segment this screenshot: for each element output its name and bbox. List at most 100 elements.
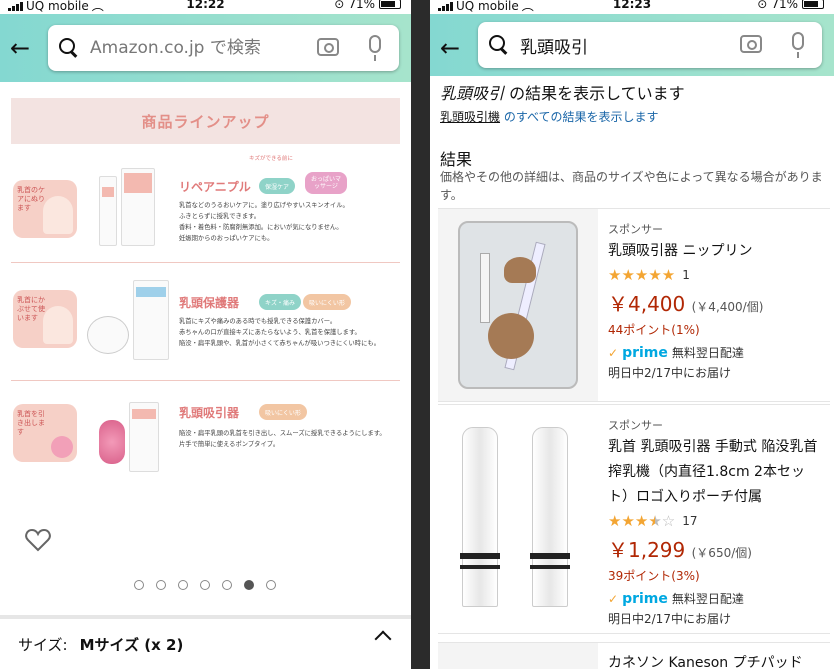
prime-row: ✓ prime 無料翌日配達 (608, 344, 824, 361)
prime-row: ✓ prime 無料翌日配達 (608, 590, 824, 607)
product-description: 乳首にキズや痛みのある時でも授乳できる保護カバー。 赤ちゃんの口が直接キズにあた… (179, 318, 380, 347)
battery-label: 71% (348, 0, 375, 11)
battery-icon (802, 0, 824, 9)
carousel-dot[interactable] (222, 580, 232, 590)
results-heading: 結果 (440, 150, 473, 169)
rating-stars[interactable]: ★★★★★ 1 (608, 266, 824, 284)
tag-pill: 吸いにくい形 (303, 294, 351, 310)
status-bar: UQ mobile ︵ 12:23 ⊙ 71% (430, 0, 834, 14)
price: ￥4,400 (￥4,400/個) (608, 288, 824, 317)
battery-status: ⊙ 71% (334, 0, 401, 11)
product-title: リペアニプル (179, 180, 251, 194)
search-input[interactable] (520, 35, 730, 55)
product-image (99, 392, 169, 472)
heart-icon[interactable] (25, 528, 51, 552)
product-image (87, 280, 171, 360)
product-image[interactable] (438, 405, 598, 633)
product-repair-nipple: 乳首のケアにぬります リペアニプル キズができる前に 保湿ケア おっぱいマッサー… (11, 156, 400, 255)
tag-pill: おっぱいマッサージ (305, 172, 347, 194)
microphone-icon[interactable] (369, 35, 381, 61)
price-value: ￥4,400 (608, 292, 686, 316)
result-info: スポンサー 乳首 乳頭吸引器 手動式 陥没乳首 搾乳機（内直径1.8cm 2本セ… (608, 417, 824, 627)
chevron-up-icon[interactable] (374, 630, 392, 648)
shipping-label: 無料翌日配達 (671, 592, 744, 606)
usage-bubble: 乳首のケアにぬります (13, 180, 77, 238)
usage-bubble: 乳首にかぶせて使います (13, 290, 77, 348)
divider (11, 380, 400, 381)
check-icon: ✓ (608, 345, 619, 360)
battery-icon (379, 0, 401, 9)
carousel-dot[interactable] (134, 580, 144, 590)
camera-icon[interactable] (317, 38, 339, 56)
results-subtitle: 価格やその他の詳細は、商品のサイズや色によって異なる場合があります。 (440, 170, 823, 202)
result-card[interactable]: カネソン Kaneson プチパッド (438, 642, 830, 669)
search-icon (58, 37, 80, 59)
lineup-heading: 商品ラインアップ (11, 98, 400, 144)
price-value: ￥1,299 (608, 538, 686, 562)
rating-stars[interactable]: ★★★★☆ 17 (608, 512, 824, 530)
product-description: 乳首などのうるおいケアに。塗り広げやすいスキンオイル。 ふきとらずに授乳できます… (179, 202, 349, 242)
product-nipple-puller: 乳首を引き出します 乳頭吸引器 吸いにくい形 陥没・扁平乳頭の乳首を引き出し、ス… (11, 392, 400, 477)
result-info: スポンサー 乳頭吸引器 ニップリン ★★★★★ 1 ￥4,400 (￥4,400… (608, 221, 824, 381)
unit-price: (￥4,400/個) (691, 300, 764, 314)
result-note-query: 乳頭吸引 (440, 84, 505, 103)
product-name[interactable]: 乳頭吸引器 ニップリン (608, 239, 824, 264)
size-label: サイズ: (18, 635, 68, 654)
back-arrow-icon[interactable]: ← (10, 36, 30, 60)
alt-query[interactable]: 乳頭吸引機 (440, 110, 500, 124)
result-card[interactable]: スポンサー 乳首 乳頭吸引器 手動式 陥没乳首 搾乳機（内直径1.8cm 2本セ… (438, 404, 830, 634)
orientation-lock-icon: ⊙ (757, 0, 768, 11)
points: 44ポイント(1%) (608, 323, 700, 337)
carousel-dot[interactable] (200, 580, 210, 590)
unit-price: (￥650/個) (691, 546, 752, 560)
result-card[interactable]: スポンサー 乳頭吸引器 ニップリン ★★★★★ 1 ￥4,400 (￥4,400… (438, 208, 830, 402)
usage-bubble-text: 乳首を引き出します (17, 410, 45, 436)
alt-query-text[interactable]: のすべての結果を表示します (500, 110, 659, 124)
product-nipple-shield: 乳首にかぶせて使います 乳頭保護器 キズ・痛み 吸いにくい形 乳首にキズや痛みの… (11, 276, 400, 371)
divider (11, 262, 400, 263)
check-icon: ✓ (608, 591, 619, 606)
battery-label: 71% (771, 0, 798, 11)
back-arrow-icon[interactable]: ← (440, 36, 460, 60)
result-note: 乳頭吸引 の結果を表示しています (440, 80, 685, 104)
left-screen: UQ mobile ︵ 12:22 ⊙ 71% ← 商品ラインアップ 乳首のケア… (0, 0, 411, 669)
battery-status: ⊙ 71% (757, 0, 824, 11)
tag-note: キズができる前に (249, 156, 293, 162)
carousel-dot[interactable] (266, 580, 276, 590)
usage-bubble: 乳首を引き出します (13, 404, 77, 462)
carousel-dot[interactable] (156, 580, 166, 590)
search-input[interactable] (90, 38, 300, 58)
sponsor-label: スポンサー (608, 419, 663, 432)
sponsor-label: スポンサー (608, 223, 663, 236)
search-header: ← (0, 14, 411, 82)
result-note-text: の結果を表示しています (504, 84, 685, 103)
product-image[interactable] (438, 643, 598, 669)
carousel-dot[interactable] (244, 580, 254, 590)
product-name[interactable]: 乳首 乳頭吸引器 手動式 陥没乳首 搾乳機（内直径1.8cm 2本セット）ロゴ入… (608, 435, 824, 510)
shipping-label: 無料翌日配達 (671, 346, 744, 360)
size-selector[interactable]: サイズ: Mサイズ (x 2) (0, 615, 411, 669)
alt-query-link[interactable]: 乳頭吸引機 のすべての結果を表示します (440, 108, 659, 125)
product-image (99, 166, 169, 246)
camera-icon[interactable] (740, 35, 762, 53)
tag-pill: 吸いにくい形 (259, 404, 307, 420)
tag-pill: キズ・痛み (259, 294, 302, 310)
search-box[interactable] (48, 25, 399, 71)
status-bar: UQ mobile ︵ 12:22 ⊙ 71% (0, 0, 411, 14)
microphone-icon[interactable] (792, 32, 804, 58)
carousel-dot[interactable] (178, 580, 188, 590)
delivery-date: 明日中2/17中にお届け (608, 366, 731, 380)
tag-pill: 保湿ケア (259, 178, 296, 194)
search-icon (488, 34, 510, 56)
prime-logo: prime (622, 590, 668, 607)
points: 39ポイント(3%) (608, 569, 700, 583)
carousel-dots[interactable] (134, 580, 276, 590)
product-image[interactable] (438, 209, 598, 401)
result-info: カネソン Kaneson プチパッド (608, 651, 824, 669)
search-header: ← (430, 14, 834, 76)
product-description: 陥没・扁平乳頭の乳首を引き出し、スムーズに授乳できるようにします。 片手で簡単に… (179, 430, 386, 448)
review-count: 17 (682, 514, 698, 528)
product-name[interactable]: カネソン Kaneson プチパッド (608, 651, 824, 669)
right-screen: UQ mobile ︵ 12:23 ⊙ 71% ← 乳頭吸引 の結果を表示してい… (430, 0, 834, 669)
search-box[interactable] (478, 22, 822, 68)
